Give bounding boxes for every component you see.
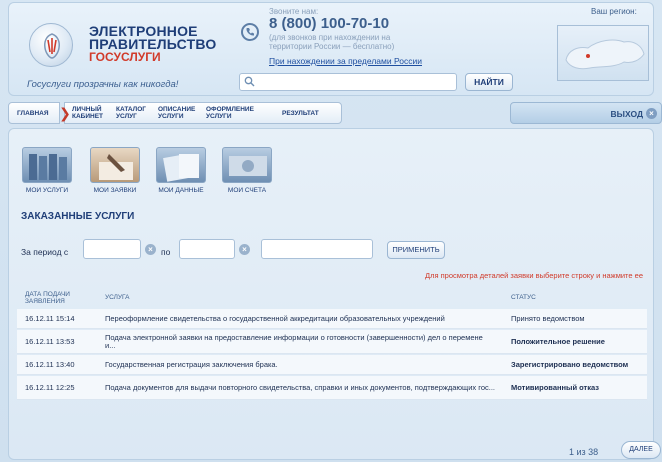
logout-label: ВЫХОД [610, 109, 643, 119]
breadcrumb-description[interactable]: ОПИСАНИЕ УСЛУГИ [158, 102, 200, 124]
breadcrumb: ГЛАВНАЯ ❯ ЛИЧНЫЙ КАБИНЕТ КАТАЛОГ УСЛУГ О… [8, 102, 662, 124]
breadcrumb-result-label: РЕЗУЛЬТАТ [282, 109, 319, 117]
table-row[interactable]: 16.12.11 15:14 Переоформление свидетельс… [17, 309, 647, 329]
date-from-input[interactable] [83, 239, 141, 259]
period-to-label: по [161, 247, 171, 257]
slogan: Госуслуги прозрачны как никогда! [27, 79, 179, 90]
tile-my-accounts[interactable]: МОИ СЧЕТА [221, 147, 273, 194]
column-header-status: СТАТУС [511, 294, 536, 301]
row-service: Государственная регистрация заключения б… [105, 360, 278, 369]
section-title: ЗАКАЗАННЫЕ УСЛУГИ [21, 211, 135, 222]
site-header: ЭЛЕКТРОННОЕ ПРАВИТЕЛЬСТВО ГОСУСЛУГИ Госу… [8, 2, 654, 96]
row-date: 16.12.11 13:53 [25, 337, 75, 346]
table-row[interactable]: 16.12.11 12:25 Подача документов для выд… [17, 376, 647, 400]
breadcrumb-cabinet[interactable]: ЛИЧНЫЙ КАБИНЕТ [72, 102, 112, 124]
hint-text: Для просмотра деталей заявки выберите ст… [425, 271, 643, 280]
abroad-phone-link[interactable]: При нахождении за пределами России [269, 56, 422, 66]
column-header-date: ДАТА ПОДАЧИ ЗАЯВЛЕНИЯ [25, 291, 70, 305]
filter-text-input[interactable] [261, 239, 373, 259]
region-map[interactable] [557, 25, 649, 81]
date-to-input[interactable] [179, 239, 235, 259]
logout-button[interactable]: ВЫХОД × [510, 102, 662, 124]
tile-my-accounts-label: МОИ СЧЕТА [227, 187, 267, 194]
breadcrumb-cabinet-label: ЛИЧНЫЙ КАБИНЕТ [72, 106, 104, 120]
phone-note: (для звонков при нахождении на территори… [269, 33, 395, 51]
table-row[interactable]: 16.12.11 13:40 Государственная регистрац… [17, 355, 647, 375]
folders-icon [22, 147, 72, 183]
region-label: Ваш регион: [591, 7, 637, 16]
logo-text[interactable]: ЭЛЕКТРОННОЕ ПРАВИТЕЛЬСТВО ГОСУСЛУГИ [89, 24, 216, 64]
search-input[interactable] [239, 73, 457, 91]
tile-my-requests[interactable]: МОИ ЗАЯВКИ [89, 147, 141, 194]
breadcrumb-registration[interactable]: ОФОРМЛЕНИЕ УСЛУГИ [206, 102, 260, 124]
breadcrumb-separator-icon: ❯ [59, 104, 71, 121]
pager-count: 1 из 38 [569, 447, 599, 457]
row-service: Подача документов для выдачи повторного … [105, 383, 495, 392]
tile-my-requests-label: МОИ ЗАЯВКИ [93, 187, 137, 194]
row-date: 16.12.11 12:25 [25, 383, 75, 392]
bills-icon [222, 147, 272, 183]
search-icon [244, 76, 255, 90]
breadcrumb-catalog-label: КАТАЛОГ УСЛУГ [116, 106, 146, 120]
row-date: 16.12.11 15:14 [25, 314, 75, 323]
table-row[interactable]: 16.12.11 13:53 Подача электронной заявки… [17, 330, 647, 354]
phone-icon [241, 23, 259, 41]
tile-my-data-label: МОИ ДАННЫЕ [158, 187, 204, 194]
row-status: Зарегистрировано ведомством [511, 360, 629, 369]
breadcrumb-home[interactable]: ГЛАВНАЯ [8, 102, 60, 124]
apply-button[interactable]: ПРИМЕНИТЬ [387, 241, 445, 259]
documents-icon [156, 147, 206, 183]
table-header: ДАТА ПОДАЧИ ЗАЯВЛЕНИЯ УСЛУГА СТАТУС [17, 285, 647, 307]
search-button[interactable]: НАЙТИ [465, 73, 513, 91]
tile-my-services-label: МОИ УСЛУГИ [25, 187, 69, 194]
row-date: 16.12.11 13:40 [25, 360, 75, 369]
period-from-label: За период с [21, 247, 69, 257]
next-page-button[interactable]: ДАЛЕЕ [621, 441, 661, 459]
writing-hand-icon [90, 147, 140, 183]
row-status: Положительное решение [511, 337, 605, 346]
breadcrumb-home-label: ГЛАВНАЯ [17, 109, 49, 117]
breadcrumb-catalog[interactable]: КАТАЛОГ УСЛУГ [116, 102, 154, 124]
phone-number: 8 (800) 100-70-10 [269, 15, 390, 32]
tile-my-data[interactable]: МОИ ДАННЫЕ [155, 147, 207, 194]
row-status: Мотивированный отказ [511, 383, 599, 392]
tile-my-services[interactable]: МОИ УСЛУГИ [21, 147, 73, 194]
column-header-service: УСЛУГА [105, 294, 130, 301]
row-status: Принято ведомством [511, 314, 585, 323]
row-service: Подача электронной заявки на предоставле… [105, 333, 483, 350]
close-icon: × [646, 108, 657, 119]
main-panel: МОИ УСЛУГИ МОИ ЗАЯВКИ МОИ ДАННЫЕ МОИ СЧЕ… [8, 128, 661, 460]
gosuslugi-logo-emblem[interactable] [29, 23, 73, 67]
clear-date-from-icon[interactable]: × [145, 244, 156, 255]
breadcrumb-registration-label: ОФОРМЛЕНИЕ УСЛУГИ [206, 106, 254, 120]
breadcrumb-result[interactable]: РЕЗУЛЬТАТ [282, 102, 332, 124]
clear-date-to-icon[interactable]: × [239, 244, 250, 255]
logo-line-3: ГОСУСЛУГИ [89, 50, 161, 64]
breadcrumb-description-label: ОПИСАНИЕ УСЛУГИ [158, 106, 196, 120]
row-service: Переоформление свидетельства о государст… [105, 314, 445, 323]
